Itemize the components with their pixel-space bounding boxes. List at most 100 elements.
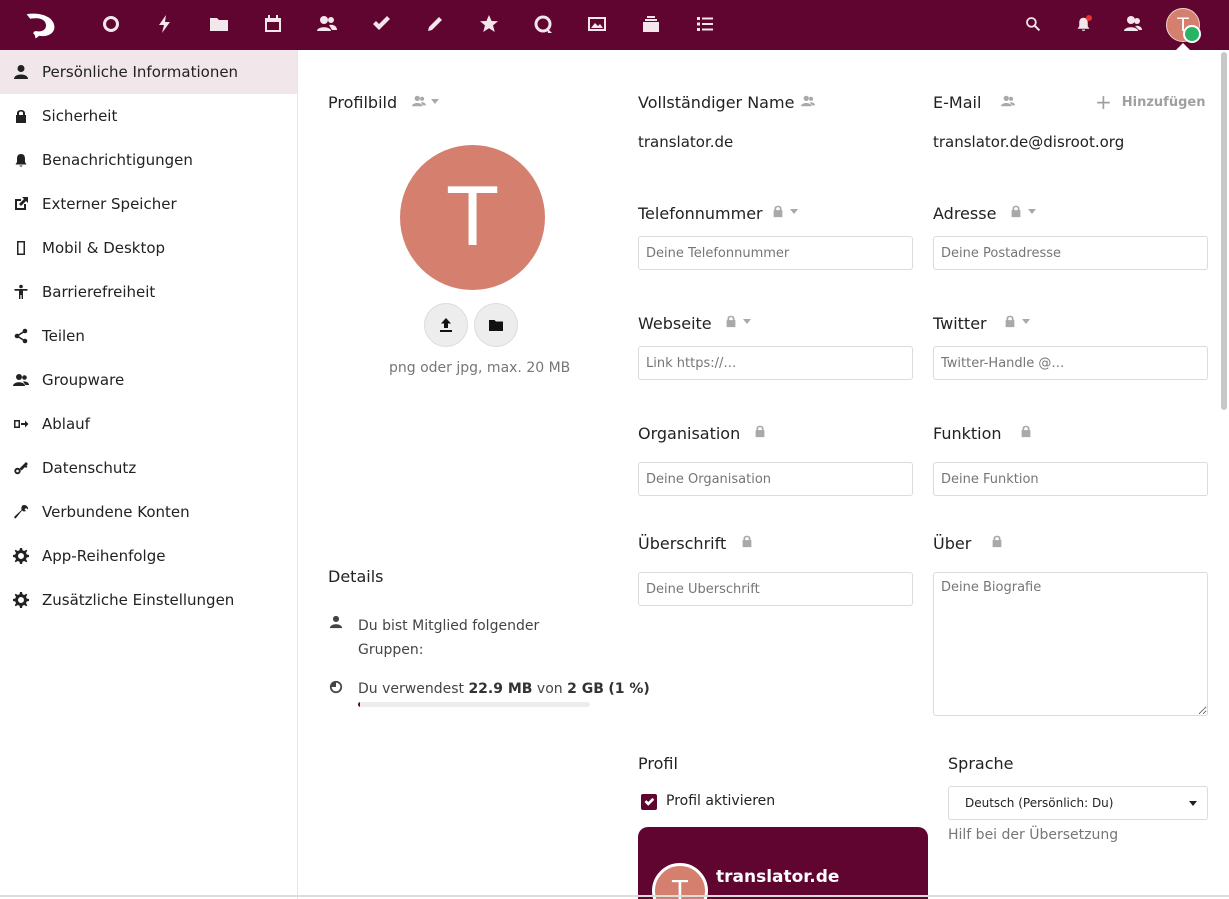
share-icon bbox=[0, 328, 40, 344]
sidebar-item-additional-settings[interactable]: Zusätzliche Einstellungen bbox=[0, 578, 297, 622]
visibility-contacts-icon[interactable] bbox=[412, 94, 439, 108]
sidebar-item-personal-info[interactable]: Persönliche Informationen bbox=[0, 50, 297, 94]
language-select[interactable]: Deutsch (Persönlich: Du) bbox=[948, 786, 1208, 820]
chevron-down-icon bbox=[1028, 208, 1036, 214]
email-label: E-Mail bbox=[933, 93, 982, 112]
organisation-input[interactable] bbox=[638, 462, 913, 496]
sidebar-item-groupware[interactable]: Groupware bbox=[0, 358, 297, 402]
gear-icon bbox=[0, 592, 40, 608]
group-icon bbox=[0, 372, 40, 388]
visibility-private-lock-icon[interactable] bbox=[724, 314, 751, 328]
lock-icon bbox=[740, 534, 754, 548]
sidebar-item-flow[interactable]: Ablauf bbox=[0, 402, 297, 446]
about-textarea[interactable] bbox=[933, 572, 1208, 716]
storage-progress-bar bbox=[358, 702, 590, 707]
tasks-icon[interactable] bbox=[369, 12, 393, 36]
key-icon bbox=[0, 460, 40, 476]
files-icon[interactable] bbox=[207, 12, 231, 36]
photos-icon[interactable] bbox=[585, 12, 609, 36]
visibility-private-lock-icon[interactable] bbox=[771, 204, 798, 218]
group-membership-text: Du bist Mitglied folgender Gruppen: bbox=[358, 618, 540, 658]
email-value[interactable]: translator.de@disroot.org bbox=[933, 133, 1124, 151]
sidebar-item-linked-accounts[interactable]: Verbundene Konten bbox=[0, 490, 297, 534]
address-label: Adresse bbox=[933, 204, 997, 223]
notification-badge bbox=[1086, 15, 1092, 21]
language-title: Sprache bbox=[948, 754, 1014, 773]
settings-sidebar: Persönliche Informationen Sicherheit Ben… bbox=[0, 50, 298, 899]
visibility-private-lock-icon[interactable] bbox=[1009, 204, 1036, 218]
sidebar-item-security[interactable]: Sicherheit bbox=[0, 94, 297, 138]
fullname-value[interactable]: translator.de bbox=[638, 133, 733, 151]
organisation-label: Organisation bbox=[638, 424, 741, 443]
notes-icon[interactable] bbox=[423, 12, 447, 36]
search-icon[interactable] bbox=[1021, 12, 1045, 36]
profile-card-avatar: T bbox=[652, 863, 708, 899]
online-status-dot bbox=[1183, 25, 1201, 43]
sidebar-item-notifications[interactable]: Benachrichtigungen bbox=[0, 138, 297, 182]
role-input[interactable] bbox=[933, 462, 1208, 496]
page-scrollbar[interactable] bbox=[1221, 52, 1227, 410]
avatar-format-hint: png oder jpg, max. 20 MB bbox=[389, 360, 571, 376]
sidebar-item-mobile-desktop[interactable]: Mobil & Desktop bbox=[0, 226, 297, 270]
chevron-down-icon bbox=[790, 208, 798, 214]
lock-icon bbox=[1019, 424, 1033, 438]
sidebar-item-app-order[interactable]: App-Reihenfolge bbox=[0, 534, 297, 578]
choose-avatar-from-files-button[interactable] bbox=[474, 303, 518, 347]
headline-input[interactable] bbox=[638, 572, 913, 606]
sidebar-item-privacy[interactable]: Datenschutz bbox=[0, 446, 297, 490]
phone-input[interactable] bbox=[638, 236, 913, 270]
gear-icon bbox=[0, 548, 40, 564]
add-email-button[interactable]: + Hinzufügen bbox=[1095, 92, 1205, 112]
sidebar-item-sharing[interactable]: Teilen bbox=[0, 314, 297, 358]
deck-icon[interactable] bbox=[639, 12, 663, 36]
twitter-input[interactable] bbox=[933, 346, 1208, 380]
storage-progress-fill bbox=[358, 702, 361, 707]
about-label: Über bbox=[933, 534, 972, 553]
visibility-contacts-icon[interactable] bbox=[1001, 94, 1015, 108]
bookmarks-icon[interactable] bbox=[477, 12, 501, 36]
top-header: T bbox=[0, 0, 1229, 51]
sidebar-item-accessibility[interactable]: Barrierefreiheit bbox=[0, 270, 297, 314]
profile-enable-checkbox[interactable] bbox=[641, 794, 657, 810]
website-input[interactable] bbox=[638, 346, 913, 380]
profile-preview-card[interactable]: T translator.de bbox=[638, 827, 928, 899]
lock-icon bbox=[753, 424, 767, 438]
quota-pie-icon bbox=[329, 680, 343, 694]
talk-icon[interactable] bbox=[531, 12, 555, 36]
visibility-contacts-icon[interactable] bbox=[801, 94, 815, 108]
website-label: Webseite bbox=[638, 314, 712, 333]
lock-icon bbox=[0, 108, 40, 124]
activity-icon[interactable] bbox=[153, 12, 177, 36]
sidebar-item-external-storage[interactable]: Externer Speicher bbox=[0, 182, 297, 226]
lock-icon bbox=[990, 534, 1004, 548]
calendar-icon[interactable] bbox=[261, 12, 285, 36]
profile-enable-label[interactable]: Profil aktivieren bbox=[666, 793, 775, 809]
contacts-icon[interactable] bbox=[315, 12, 339, 36]
bell-icon bbox=[0, 152, 40, 168]
twitter-label: Twitter bbox=[933, 314, 987, 333]
checkmark-icon bbox=[644, 797, 655, 806]
address-input[interactable] bbox=[933, 236, 1208, 270]
help-translate-link[interactable]: Hilf bei der Übersetzung bbox=[948, 827, 1118, 843]
plus-icon: + bbox=[1095, 90, 1112, 114]
visibility-private-lock-icon[interactable] bbox=[1003, 314, 1030, 328]
details-title: Details bbox=[328, 567, 384, 586]
folder-icon bbox=[489, 320, 503, 331]
chevron-down-icon bbox=[1189, 801, 1197, 806]
logo-icon[interactable] bbox=[22, 10, 60, 40]
storage-usage-text: Du verwendest 22.9 MB von 2 GB (1 %) bbox=[358, 681, 650, 697]
external-link-icon bbox=[0, 196, 40, 212]
dashboard-icon[interactable] bbox=[99, 12, 123, 36]
upload-avatar-button[interactable] bbox=[424, 303, 468, 347]
phone-icon bbox=[0, 240, 40, 256]
user-icon bbox=[329, 615, 343, 629]
forms-icon[interactable] bbox=[693, 12, 717, 36]
menu-caret bbox=[1175, 43, 1191, 51]
chevron-down-icon bbox=[431, 98, 439, 104]
window-bottom-border bbox=[0, 895, 1229, 897]
flow-icon bbox=[0, 416, 40, 432]
chevron-down-icon bbox=[1022, 318, 1030, 324]
contacts-menu-icon[interactable] bbox=[1121, 12, 1145, 36]
phone-label: Telefonnummer bbox=[638, 204, 763, 223]
profile-card-name: translator.de bbox=[716, 867, 840, 887]
